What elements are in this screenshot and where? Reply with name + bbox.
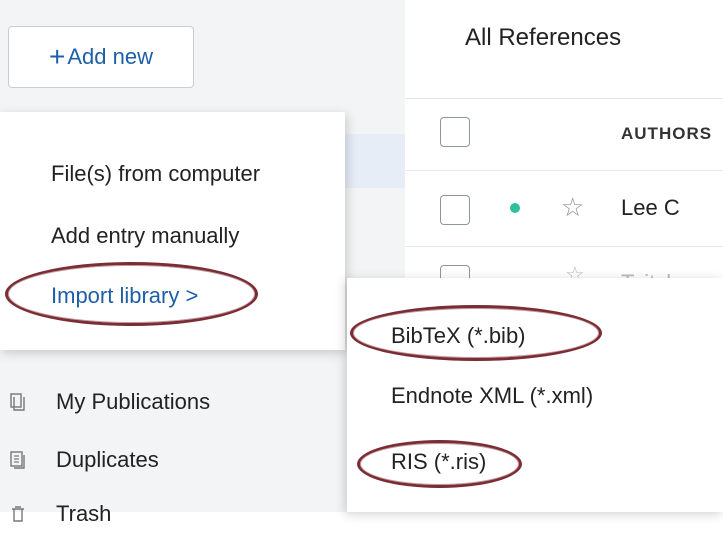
- menu-item-files-from-computer[interactable]: File(s) from computer: [51, 161, 260, 187]
- row-checkbox[interactable]: [440, 195, 470, 225]
- star-icon[interactable]: ☆: [561, 192, 584, 223]
- sidebar-item-label: My Publications: [56, 389, 211, 414]
- submenu-item-endnote-xml[interactable]: Endnote XML (*.xml): [391, 383, 593, 409]
- sidebar-item-label: Trash: [56, 501, 112, 526]
- annotation-ellipse-ris: [357, 440, 522, 488]
- page-title: All References: [465, 24, 622, 51]
- plus-icon: +: [49, 41, 66, 72]
- row-author: Lee C: [621, 195, 680, 220]
- sidebar-item-duplicates[interactable]: Duplicates: [8, 440, 159, 480]
- annotation-ellipse-bibtex: [350, 305, 602, 361]
- column-header-authors[interactable]: AUTHORS: [621, 124, 712, 144]
- sidebar-item-my-publications[interactable]: My Publications: [8, 382, 210, 422]
- sidebar-item-label: Duplicates: [56, 447, 159, 472]
- publications-icon: [8, 392, 28, 412]
- row-divider: [405, 170, 723, 171]
- sidebar-item-trash[interactable]: Trash: [8, 494, 111, 534]
- trash-icon: [8, 504, 28, 524]
- header-divider: [405, 98, 723, 99]
- row-divider: [405, 246, 723, 247]
- add-new-button[interactable]: + Add new: [8, 26, 194, 88]
- add-new-label: Add new: [67, 44, 153, 69]
- duplicates-icon: [8, 450, 28, 470]
- unread-status-dot: [510, 203, 520, 213]
- annotation-ellipse-import-library: [5, 262, 258, 326]
- select-all-checkbox[interactable]: [440, 117, 470, 147]
- menu-item-add-entry-manually[interactable]: Add entry manually: [51, 223, 239, 249]
